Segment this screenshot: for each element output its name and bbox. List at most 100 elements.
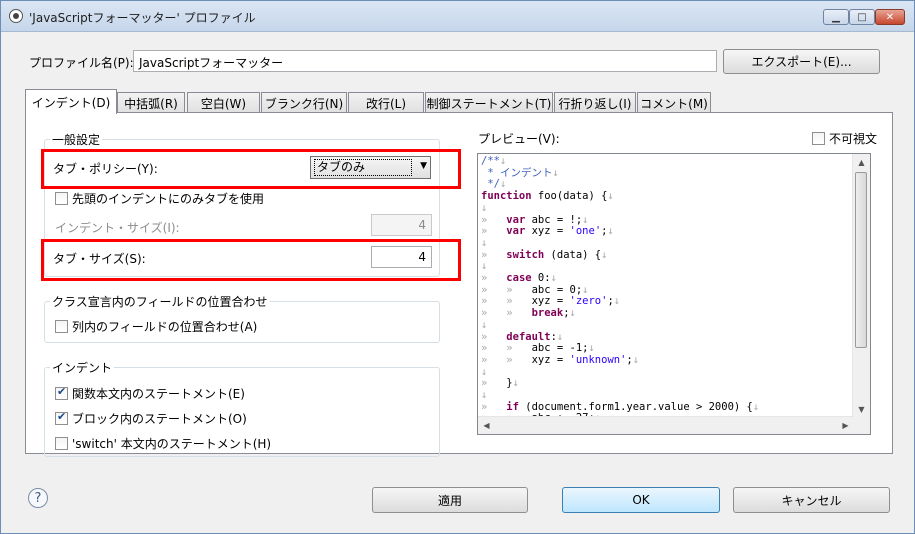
code-token: ↓ (601, 248, 608, 261)
code-token: 'one' (569, 225, 602, 238)
tab-line-wrapping[interactable]: 行折り返し(I) (554, 92, 636, 113)
code-token: function (481, 190, 532, 203)
tab-policy-highlight (41, 149, 461, 189)
horizontal-scrollbar[interactable]: ◀ ▶ (478, 416, 854, 434)
indent-size-label: インデント・サイズ(I): (55, 221, 180, 235)
code-token: xyz = (531, 295, 570, 308)
profile-name-label: プロファイル名(P): (29, 56, 134, 70)
code-token: ↓ (481, 318, 488, 331)
code-token: ↓ (481, 201, 488, 214)
preview-label: プレビュー(V): (478, 132, 560, 146)
code-token: ↓ (481, 365, 488, 378)
code-token: ↓ (481, 236, 488, 249)
code-token: » » (481, 295, 532, 308)
code-token: » » (481, 283, 532, 296)
scroll-thumb[interactable] (855, 172, 867, 348)
code-token: ↓ (512, 377, 519, 390)
cancel-button[interactable]: キャンセル (733, 487, 890, 513)
tab-size-highlight (41, 239, 461, 281)
code-token: switch (506, 248, 545, 261)
scroll-right-icon[interactable]: ▶ (837, 417, 854, 434)
field-alignment-title: クラス宣言内のフィールドの位置合わせ (50, 293, 270, 310)
apply-button[interactable]: 適用 (372, 487, 528, 513)
code-token: xyz = (525, 225, 570, 238)
invisible-chars-checkbox[interactable] (812, 132, 825, 145)
code-token: » (481, 272, 507, 285)
code-token: ↓ (613, 295, 621, 308)
code-token: 'unknown' (569, 353, 627, 366)
preview-code-area[interactable]: /**↓ * インデント↓ */↓ function foo(data) {↓ ↓»… (477, 153, 871, 435)
invisible-chars-label: 不可視文 (829, 132, 878, 146)
code-token: ↓ (607, 225, 614, 238)
leading-tabs-checkbox[interactable] (55, 192, 68, 205)
code-line: ↓ (481, 365, 851, 379)
tab-blank-lines[interactable]: ブランク行(N) (261, 92, 347, 113)
code-line: » var xyz = 'one';↓ (481, 225, 851, 238)
code-token: ↓ (582, 283, 589, 296)
code-token: » (481, 330, 507, 343)
code-token: ↓ (588, 342, 595, 355)
indent-size-input: 4 (371, 214, 432, 236)
title-bar: 'JavaScriptフォーマッター' プロファイル ▁ □ ✕ (1, 1, 914, 32)
code-token: foo(data) { (531, 190, 608, 203)
block-statements-checkbox[interactable] (55, 410, 68, 425)
switch-body-checkbox[interactable] (55, 437, 68, 450)
export-button[interactable]: エクスポート(E)... (723, 49, 880, 74)
code-line: function foo(data) {↓ (481, 190, 851, 203)
code-token: abc = -1; (531, 342, 589, 355)
align-fields-label: 列内のフィールドの位置合わせ(A) (72, 320, 258, 334)
code-token: (data) { (544, 248, 602, 261)
align-fields-checkbox[interactable] (55, 320, 68, 333)
help-icon[interactable]: ? (28, 488, 48, 508)
code-token: » » (481, 342, 532, 355)
tab-control-statements[interactable]: 制御ステートメント(T) (425, 92, 553, 113)
code-line: * インデント↓ (481, 166, 851, 180)
close-button[interactable]: ✕ (875, 9, 905, 25)
code-token: var (506, 225, 526, 238)
code-token: » » (481, 353, 532, 366)
function-body-checkbox[interactable] (55, 385, 68, 400)
code-token: ↓ (569, 307, 576, 320)
scroll-up-icon[interactable]: ▲ (853, 154, 870, 171)
code-token: xyz = (531, 353, 570, 366)
code-token: abc = 0; (531, 283, 583, 296)
code-token: if (506, 400, 519, 413)
vertical-scrollbar[interactable]: ▲ ▼ (852, 154, 870, 418)
code-token: ↓ (552, 166, 559, 179)
code-token: ↓ (632, 353, 640, 366)
switch-body-label: 'switch' 本文内のステートメント(H) (72, 437, 272, 451)
function-body-label: 関数本文内のステートメント(E) (72, 387, 245, 401)
ok-button[interactable]: OK (562, 487, 720, 513)
code-token: ↓ (582, 213, 589, 226)
eclipse-app-icon (9, 9, 23, 23)
code-token: var (506, 213, 526, 226)
code-line: » }↓ (481, 378, 851, 390)
code-token: 'zero' (569, 295, 608, 308)
code-token: ↓ (499, 156, 507, 167)
preview-code: /**↓ * インデント↓ */↓ function foo(data) {↓ ↓»… (481, 156, 851, 418)
indent-group-title: インデント (50, 359, 115, 376)
general-settings-title: 一般設定 (50, 131, 103, 148)
tab-braces[interactable]: 中括弧(R) (117, 92, 185, 113)
code-token: ↓ (556, 330, 564, 343)
maximize-button[interactable]: □ (849, 9, 875, 25)
code-token: (document.form1.year.value > 2000) { (518, 400, 753, 413)
code-line: » » xyz = 'unknown';↓ (481, 353, 851, 367)
tab-new-lines[interactable]: 改行(L) (348, 92, 424, 113)
minimize-button[interactable]: ▁ (823, 9, 849, 25)
code-token: * インデント (481, 166, 553, 179)
code-line: » switch (data) {↓ (481, 248, 851, 262)
code-token: » (481, 213, 507, 226)
code-token: » (481, 225, 507, 238)
tab-indent[interactable]: インデント(D) (25, 89, 117, 114)
code-token: */ (481, 178, 500, 191)
code-token: ↓ (499, 178, 507, 191)
tab-comments[interactable]: コメント(M) (637, 92, 711, 113)
profile-name-input[interactable]: JavaScriptフォーマッター (133, 50, 717, 72)
scroll-down-icon[interactable]: ▼ (853, 401, 870, 418)
code-token: » (481, 400, 507, 413)
profile-dialog: 'JavaScriptフォーマッター' プロファイル ▁ □ ✕ プロファイル名… (0, 0, 915, 534)
scroll-left-icon[interactable]: ◀ (478, 417, 495, 434)
tab-whitespace[interactable]: 空白(W) (187, 92, 260, 113)
code-token: ↓ (607, 190, 614, 203)
